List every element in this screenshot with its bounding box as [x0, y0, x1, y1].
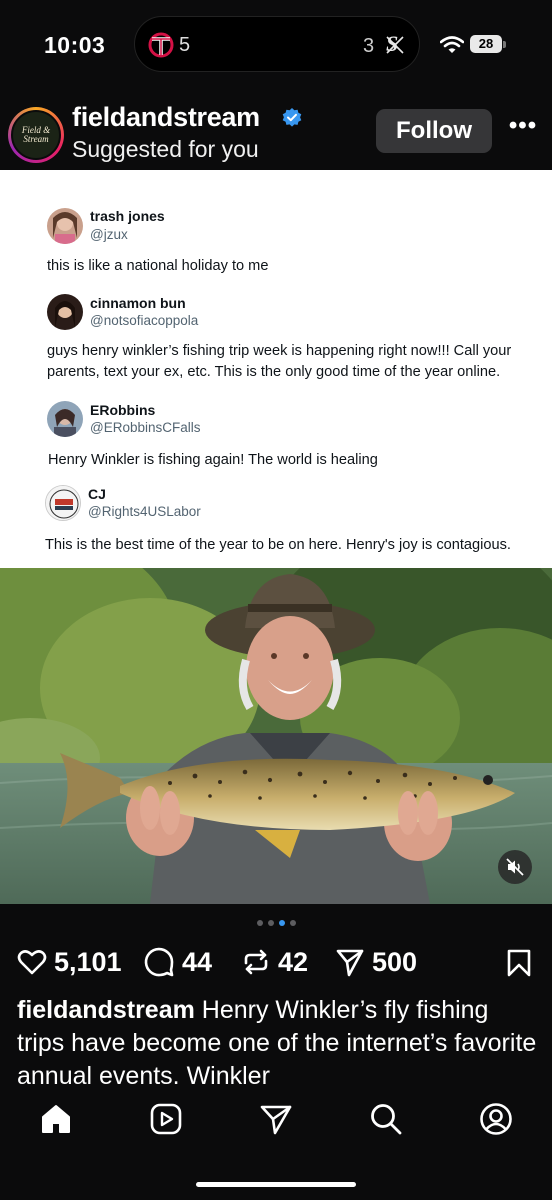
- post-photo[interactable]: [0, 568, 552, 904]
- caption-username[interactable]: fieldandstream: [17, 996, 195, 1024]
- comment-count: 44: [182, 946, 213, 977]
- home-indicator[interactable]: [196, 1182, 356, 1187]
- repost-count: 42: [278, 946, 309, 977]
- tweet-author-name: ERobbins: [90, 402, 156, 418]
- tweet-author-handle: @notsofiacoppola: [90, 313, 199, 328]
- left-team-score: 5: [179, 34, 191, 56]
- speaker-muted-icon: [506, 858, 524, 876]
- verified-badge-icon: [282, 108, 302, 127]
- status-time: 10:03: [44, 32, 106, 58]
- share-count: 500: [372, 946, 418, 977]
- more-options-button[interactable]: •••: [506, 114, 540, 144]
- repost-button[interactable]: 42: [240, 946, 308, 978]
- like-button[interactable]: 5,101: [16, 946, 122, 978]
- avatar-logo-line-2: Stream: [23, 134, 49, 144]
- tweet-author-handle: @ERobbinsCFalls: [90, 420, 201, 435]
- like-count: 5,101: [54, 946, 122, 977]
- tweet-screenshot-card: trash jones @jzux this is like a nationa…: [0, 170, 552, 568]
- dynamic-island-live-activity[interactable]: 5 3 S: [134, 16, 420, 72]
- follow-button[interactable]: Follow: [376, 109, 492, 153]
- tweet-author-handle: @jzux: [90, 227, 128, 242]
- mute-audio-button[interactable]: [498, 850, 532, 884]
- carousel-dot: [278, 920, 285, 926]
- wifi-icon: [440, 36, 464, 53]
- send-icon[interactable]: [259, 1102, 293, 1136]
- tweet-avatar: [47, 401, 83, 437]
- battery-nub: [503, 41, 506, 48]
- account-avatar[interactable]: Field & Stream: [8, 107, 64, 163]
- search-icon[interactable]: [369, 1102, 403, 1136]
- right-team-score: 3: [363, 35, 375, 57]
- tweet-avatar: [47, 294, 83, 330]
- tweet-author-name: trash jones: [90, 208, 165, 224]
- tweet-avatar: [47, 208, 83, 244]
- post-username[interactable]: fieldandstream: [72, 102, 260, 133]
- bookmark-icon[interactable]: [504, 948, 534, 978]
- comment-icon: [144, 947, 174, 977]
- fishing-photo-illustration: [0, 568, 552, 904]
- tweet-text: This is the best time of the year to be …: [45, 537, 511, 553]
- post-action-bar: 5,101 44 42 500: [0, 940, 552, 984]
- tweet-avatar: [45, 485, 81, 521]
- tweet-author-name: CJ: [88, 486, 106, 502]
- heart-icon: [17, 950, 47, 975]
- tweet-text: guys henry winkler’s fishing trip week i…: [47, 343, 512, 380]
- profile-icon[interactable]: [479, 1102, 513, 1136]
- send-icon: [336, 949, 364, 977]
- tweet-author-name: cinnamon bun: [90, 295, 186, 311]
- battery-indicator: 28: [470, 35, 502, 53]
- comment-button[interactable]: 44: [144, 946, 212, 978]
- repost-icon: [244, 949, 268, 975]
- tweet-text: Henry Winkler is fishing again! The worl…: [48, 452, 378, 468]
- share-button[interactable]: 500: [334, 946, 417, 978]
- carousel-indicator: [0, 920, 552, 930]
- suggested-for-you-label: Suggested for you: [72, 136, 259, 162]
- home-icon[interactable]: [39, 1102, 73, 1136]
- tweet-text: this is like a national holiday to me: [47, 258, 269, 274]
- white-sox-logo-icon: S: [386, 31, 404, 56]
- field-and-stream-logo: Field & Stream: [11, 110, 61, 160]
- tweet-author-handle: @Rights4USLabor: [88, 504, 201, 519]
- carousel-dot: [267, 920, 274, 926]
- carousel-dot: [256, 920, 263, 926]
- reels-icon[interactable]: [149, 1102, 183, 1136]
- status-bar: 10:03 5 3 S 28: [0, 0, 552, 92]
- post-caption[interactable]: fieldandstream Henry Winkler’s fly fishi…: [17, 994, 537, 1086]
- post-header: Field & Stream fieldandstream Suggested …: [0, 92, 552, 170]
- carousel-dot: [289, 920, 296, 926]
- twins-logo-icon: [148, 32, 174, 58]
